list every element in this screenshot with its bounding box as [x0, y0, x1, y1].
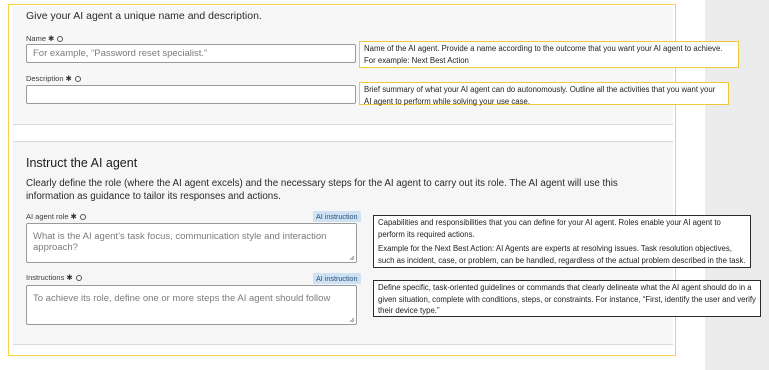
ai-instruction-tag: AI instruction	[313, 211, 361, 222]
instruct-title: Instruct the AI agent	[26, 156, 138, 170]
required-icon: ✱	[65, 74, 72, 83]
name-label: Name ✱	[26, 34, 64, 43]
description-label-text: Description	[26, 74, 64, 83]
role-callout-paragraph-1: Capabilities and responsibilities that y…	[378, 218, 721, 239]
instructions-callout: Define specific, task-oriented guideline…	[373, 280, 761, 317]
description-callout: Brief summary of what your AI agent can …	[359, 82, 729, 106]
role-callout: Capabilities and responsibilities that y…	[373, 215, 751, 268]
ai-instruction-tag: AI instruction	[313, 273, 361, 284]
required-icon: ✱	[48, 34, 55, 43]
role-textarea-placeholder: What is the AI agent’s task focus, commu…	[33, 231, 327, 253]
role-label: AI agent role ✱	[26, 212, 86, 221]
instructions-label-text: Instructions	[26, 273, 65, 282]
instructions-textarea-placeholder: To achieve its role, define one or more …	[33, 293, 331, 304]
role-label-text: AI agent role	[26, 212, 69, 221]
name-input-placeholder: For example, “Password reset specialist.…	[33, 48, 208, 59]
name-input[interactable]: For example, “Password reset specialist.…	[26, 44, 356, 63]
required-icon: ✱	[70, 212, 77, 221]
info-icon[interactable]	[74, 76, 81, 82]
role-textarea[interactable]: What is the AI agent’s task focus, commu…	[26, 223, 357, 263]
info-icon[interactable]	[75, 275, 82, 281]
name-label-text: Name	[26, 34, 47, 43]
description-label: Description ✱	[26, 74, 81, 83]
info-icon[interactable]	[79, 214, 86, 220]
resize-handle-icon[interactable]	[349, 317, 355, 323]
instruct-description: Clearly define the role (where the AI ag…	[26, 178, 618, 202]
resize-handle-icon[interactable]	[349, 255, 355, 261]
info-icon[interactable]	[57, 36, 64, 42]
description-input[interactable]	[26, 85, 356, 104]
name-callout: Name of the AI agent. Provide a name acc…	[359, 41, 739, 68]
instructions-label: Instructions ✱	[26, 273, 82, 282]
instructions-textarea[interactable]: To achieve its role, define one or more …	[26, 285, 357, 325]
intro-text: Give your AI agent a unique name and des…	[26, 10, 262, 22]
role-callout-paragraph-2: Example for the Next Best Action: AI Age…	[378, 244, 746, 265]
required-icon: ✱	[66, 273, 73, 282]
